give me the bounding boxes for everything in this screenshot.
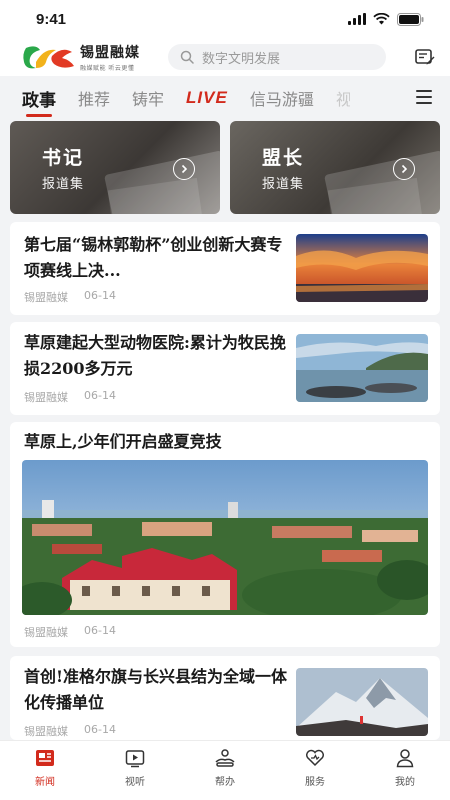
news-source: 锡盟融媒	[24, 626, 68, 639]
search-bar[interactable]: 数字文明发展	[168, 44, 386, 70]
search-placeholder: 数字文明发展	[202, 51, 281, 67]
tab-overflow[interactable]: 视	[336, 86, 350, 110]
tabbar-news[interactable]: 新闻	[0, 741, 90, 800]
wifi-icon	[373, 13, 390, 25]
news-meta: 锡盟融媒 06-14	[24, 389, 116, 405]
tab-xinma[interactable]: 信马游疆	[250, 86, 314, 110]
edit-button[interactable]	[414, 46, 436, 68]
promo-row: 书记 报道集 盟长 报道集	[10, 121, 440, 214]
news-meta: 锡盟融媒 06-14	[24, 624, 116, 640]
news-item[interactable]: 草原建起大型动物医院:累计为牧民挽损2200多万元 锡盟融媒 06-14	[10, 322, 440, 415]
tabbar-label: 新闻	[35, 777, 55, 788]
news-meta: 锡盟融媒 06-14	[24, 289, 116, 305]
news-title: 草原建起大型动物医院:累计为牧民挽损2200多万元	[24, 333, 286, 378]
news-item[interactable]: 第七届“锡林郭勒杯”创业创新大赛专项赛线上决... 锡盟融媒 06-14	[10, 222, 440, 315]
category-tabs: 政事 推荐 铸牢 LIVE 信马游疆 视	[0, 78, 450, 118]
logo-mark-icon	[23, 46, 74, 69]
promo-subtitle: 报道集	[42, 177, 85, 192]
news-icon	[34, 747, 56, 769]
news-date: 06-14	[84, 624, 116, 637]
tabbar-profile[interactable]: 我的	[360, 741, 450, 800]
news-title: 草原上,少年们开启盛夏竞技	[24, 432, 222, 451]
chevron-right-icon	[393, 158, 415, 180]
signal-icon	[348, 13, 366, 25]
edit-note-icon	[415, 49, 435, 65]
app-logo: 锡盟融媒 融媒赋能 听云更懂	[22, 42, 162, 72]
news-date: 06-14	[84, 389, 116, 402]
tabbar-service[interactable]: 服务	[270, 741, 360, 800]
news-date: 06-14	[84, 723, 116, 736]
news-thumbnail	[296, 234, 428, 302]
news-item[interactable]: 首创!准格尔旗与长兴县结为全域一体化传播单位 锡盟融媒 06-14	[10, 656, 440, 740]
tabbar-video[interactable]: 视听	[90, 741, 180, 800]
search-icon	[180, 50, 194, 64]
tabbar-label: 服务	[305, 777, 325, 788]
tab-zhulao[interactable]: 铸牢	[132, 86, 164, 110]
news-item[interactable]: 草原上,少年们开启盛夏竞技 锡盟融媒 06-14	[10, 422, 440, 647]
menu-icon[interactable]	[416, 90, 432, 104]
profile-icon	[394, 747, 416, 769]
promo-card-secretary[interactable]: 书记 报道集	[10, 121, 220, 214]
news-source: 锡盟融媒	[24, 291, 68, 304]
promo-subtitle: 报道集	[262, 177, 305, 192]
status-bar: 9:41	[0, 0, 450, 38]
tab-politics[interactable]: 政事	[22, 86, 56, 117]
news-date: 06-14	[84, 289, 116, 302]
news-large-image	[22, 460, 428, 615]
news-meta: 锡盟融媒 06-14	[24, 723, 116, 739]
news-title: 首创!准格尔旗与长兴县结为全域一体化传播单位	[24, 667, 288, 712]
tabbar-label: 帮办	[215, 777, 235, 788]
tab-recommend[interactable]: 推荐	[78, 86, 110, 110]
news-thumbnail	[296, 334, 428, 402]
promo-title: 书记	[42, 147, 85, 169]
battery-icon	[397, 12, 424, 26]
news-source: 锡盟融媒	[24, 725, 68, 738]
chevron-right-icon	[173, 158, 195, 180]
video-icon	[124, 747, 146, 769]
promo-card-league-head[interactable]: 盟长 报道集	[230, 121, 440, 214]
logo-name: 锡盟融媒	[80, 45, 140, 61]
service-heart-icon	[304, 747, 326, 769]
news-thumbnail	[296, 668, 428, 736]
app-header: 锡盟融媒 融媒赋能 听云更懂 数字文明发展	[0, 38, 450, 76]
tabbar-label: 视听	[125, 777, 145, 788]
tabbar-help[interactable]: 帮办	[180, 741, 270, 800]
news-source: 锡盟融媒	[24, 391, 68, 404]
status-icons	[348, 12, 424, 26]
news-title: 第七届“锡林郭勒杯”创业创新大赛专项赛线上决...	[24, 235, 283, 280]
help-icon	[214, 747, 236, 769]
tabbar-label: 我的	[395, 777, 415, 788]
logo-slogan: 融媒赋能 听云更懂	[80, 65, 135, 72]
tab-live[interactable]: LIVE	[186, 88, 228, 108]
promo-title: 盟长	[262, 147, 305, 169]
status-time: 9:41	[36, 10, 67, 28]
bottom-tab-bar: 新闻 视听 帮办 服务 我的	[0, 740, 450, 800]
